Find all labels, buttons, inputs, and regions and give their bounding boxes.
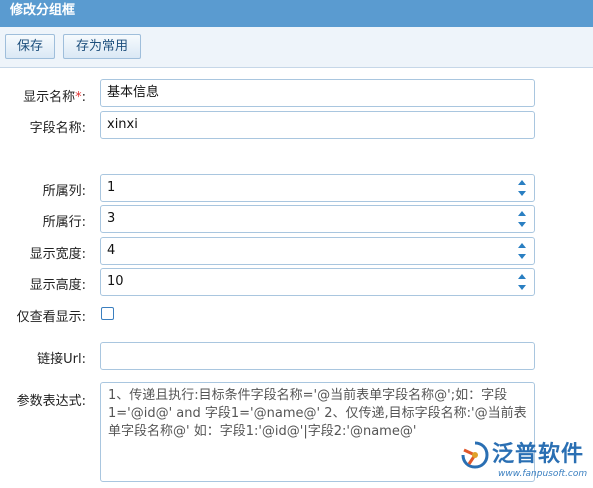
display-name-label-text: 显示名称	[23, 90, 76, 105]
height-value: 10	[107, 274, 124, 289]
height-stepper[interactable]: 10	[100, 268, 535, 296]
field-name-label: 字段名称:	[29, 121, 86, 136]
row-spinner[interactable]	[518, 209, 528, 229]
field-name-input[interactable]: xinxi	[100, 111, 535, 139]
watermark: 泛普软件 www.fanpusoft.com	[458, 438, 590, 484]
column-stepper[interactable]: 1	[100, 174, 535, 202]
width-label: 显示宽度:	[29, 247, 86, 262]
spin-up-icon[interactable]	[518, 243, 526, 248]
column-value: 1	[107, 180, 116, 195]
row-stepper[interactable]: 3	[100, 205, 535, 233]
save-as-common-button[interactable]: 存为常用	[63, 34, 141, 59]
width-stepper[interactable]: 4	[100, 237, 535, 265]
display-name-colon: :	[81, 90, 86, 105]
spin-up-icon[interactable]	[518, 211, 526, 216]
display-name-label: 显示名称*:	[6, 86, 86, 105]
link-url-input[interactable]	[100, 342, 535, 370]
column-spinner[interactable]	[518, 178, 528, 198]
column-label: 所属列:	[42, 184, 86, 199]
spin-down-icon[interactable]	[518, 254, 526, 259]
brand-url: www.fanpusoft.com	[498, 469, 588, 479]
height-spinner[interactable]	[518, 272, 528, 292]
view-only-label: 仅查看显示:	[16, 310, 86, 325]
width-value: 4	[107, 243, 116, 258]
param-expr-label: 参数表达式:	[16, 394, 86, 409]
spin-down-icon[interactable]	[518, 222, 526, 227]
brand-name: 泛普软件	[492, 442, 585, 467]
window-titlebar: 修改分组框	[0, 0, 593, 27]
spin-down-icon[interactable]	[518, 191, 526, 196]
link-url-label: 链接Url:	[37, 352, 86, 367]
window-title: 修改分组框	[10, 3, 76, 18]
view-only-checkbox[interactable]	[101, 307, 114, 320]
row-label: 所属行:	[42, 215, 86, 230]
brand-logo-icon	[461, 441, 489, 469]
row-value: 3	[107, 211, 116, 226]
height-label: 显示高度:	[29, 278, 86, 293]
width-spinner[interactable]	[518, 241, 528, 261]
spin-up-icon[interactable]	[518, 180, 526, 185]
save-button[interactable]: 保存	[5, 34, 55, 59]
display-name-input[interactable]: 基本信息	[100, 79, 535, 107]
toolbar: 保存 存为常用	[0, 27, 593, 68]
spin-down-icon[interactable]	[518, 285, 526, 290]
spin-up-icon[interactable]	[518, 274, 526, 279]
